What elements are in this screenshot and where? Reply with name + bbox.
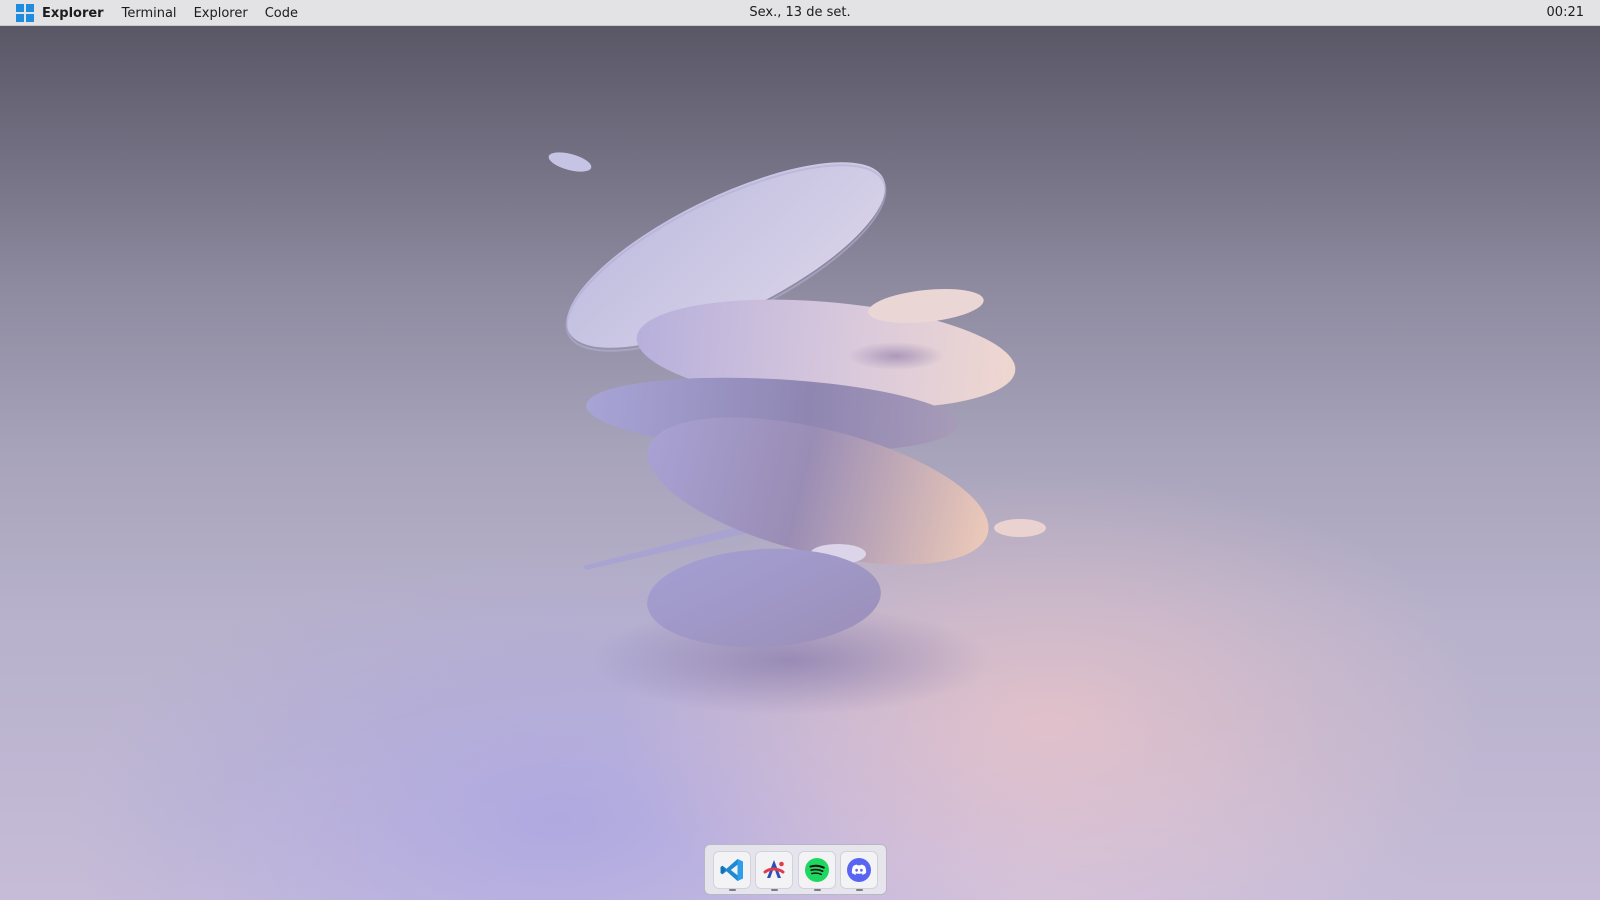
top-bar: Explorer Terminal Explorer Code Sex., 13…: [0, 0, 1600, 26]
running-indicator: [728, 888, 736, 891]
design-app-icon: [763, 859, 785, 878]
date-display[interactable]: Sex., 13 de set.: [749, 5, 850, 20]
windows-logo-icon[interactable]: [16, 4, 34, 22]
running-indicator: [813, 888, 821, 891]
dock-app-design[interactable]: [755, 850, 794, 891]
menu-item-code[interactable]: Code: [265, 6, 298, 21]
dock-app-discord[interactable]: [840, 850, 879, 891]
menu-bar: Explorer Terminal Explorer Code: [16, 0, 315, 26]
wallpaper: [548, 152, 1046, 715]
spotify-icon: [804, 857, 829, 882]
dock-app-vscode[interactable]: [712, 850, 751, 891]
clock[interactable]: 00:21: [1547, 0, 1584, 26]
vscode-icon: [720, 858, 743, 881]
desktop: Explorer Terminal Explorer Code Sex., 13…: [0, 0, 1600, 900]
running-indicator: [856, 888, 864, 891]
menu-item-explorer[interactable]: Explorer: [194, 6, 248, 21]
menu-item-explorer-active[interactable]: Explorer: [42, 6, 104, 21]
dock-app-spotify[interactable]: [797, 850, 836, 891]
running-indicator: [771, 888, 779, 891]
dock: [704, 844, 887, 895]
menu-item-terminal[interactable]: Terminal: [122, 6, 177, 21]
discord-icon: [847, 857, 872, 882]
